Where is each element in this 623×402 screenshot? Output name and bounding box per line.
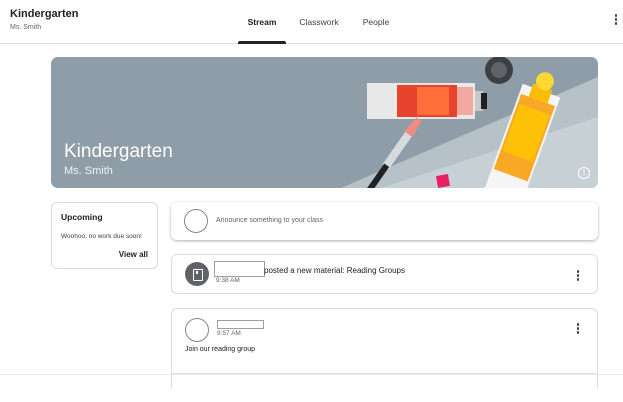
upcoming-card: Upcoming Woohoo, no work due soon! View … (51, 202, 158, 269)
paint-tubes-illustration (341, 57, 598, 188)
top-app-bar: Kindergarten Ms. Smith Stream Classwork … (0, 0, 623, 44)
class-banner: Kindergarten Ms. Smith i (51, 57, 598, 188)
avatar (185, 318, 209, 342)
redacted-author (217, 320, 264, 329)
teacher-name: Ms. Smith (10, 24, 42, 31)
post-more-icon[interactable] (574, 270, 582, 284)
stream-post[interactable]: 9:57 AM Join our reading group (171, 308, 598, 388)
post-time: 9:38 AM (216, 277, 240, 284)
post-title: posted a new material: Reading Groups (264, 266, 405, 275)
assignment-icon (185, 262, 209, 286)
announce-placeholder: Announce something to your class (216, 217, 324, 224)
tab-people-label: People (362, 17, 390, 27)
tab-stream-label: Stream (247, 17, 277, 27)
more-options-icon[interactable] (612, 14, 620, 30)
tab-classwork[interactable]: Classwork (293, 0, 345, 44)
tab-stream[interactable]: Stream (238, 0, 286, 44)
class-name[interactable]: Kindergarten (10, 8, 78, 20)
info-icon[interactable]: i (578, 167, 590, 179)
upcoming-message: Woohoo, no work due soon! (61, 233, 142, 240)
tab-people[interactable]: People (357, 0, 395, 44)
post-more-icon[interactable] (574, 323, 582, 337)
upcoming-title: Upcoming (61, 212, 103, 222)
announce-box[interactable]: Announce something to your class (171, 202, 598, 240)
redacted-author (214, 261, 265, 277)
banner-class-title: Kindergarten (64, 141, 173, 162)
stream-post[interactable]: posted a new material: Reading Groups 9:… (171, 254, 598, 294)
page-divider (0, 374, 623, 375)
banner-teacher-name: Ms. Smith (64, 165, 113, 177)
avatar (184, 209, 208, 233)
post-body: Join our reading group (185, 346, 256, 353)
post-time: 9:57 AM (217, 330, 241, 337)
view-all-link[interactable]: View all (119, 250, 148, 259)
tab-classwork-label: Classwork (299, 17, 339, 27)
